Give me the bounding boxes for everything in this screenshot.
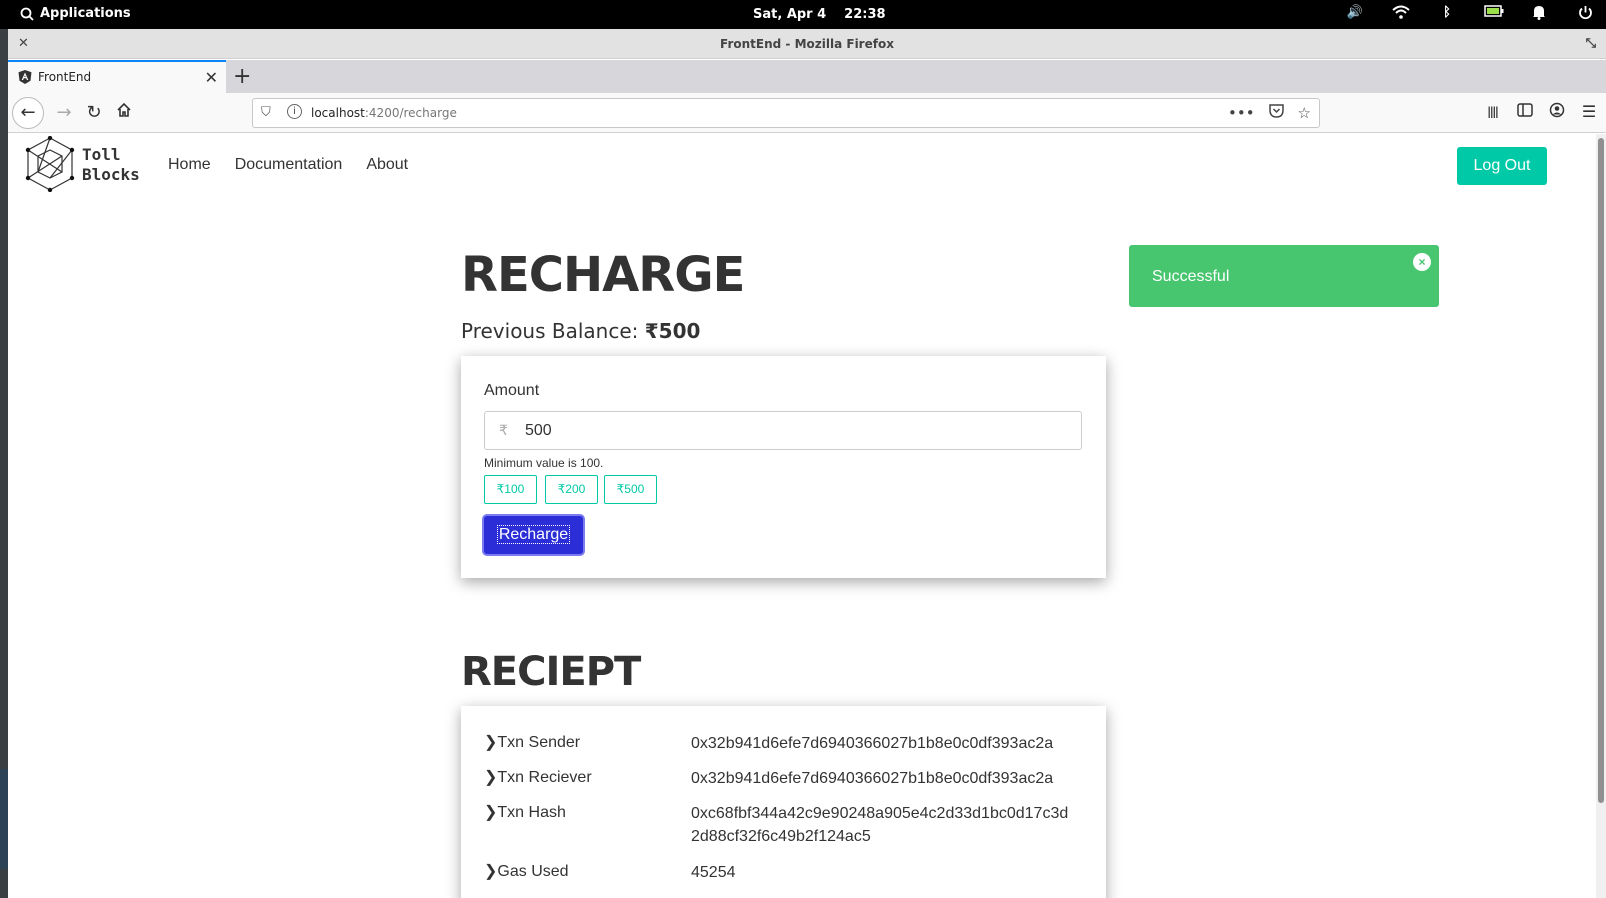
receipt-key: ❯Txn Reciever: [484, 767, 684, 787]
receipt-key: ❯Gas Used: [484, 861, 684, 881]
nav-about[interactable]: About: [366, 156, 408, 174]
quick-amount-100-button[interactable]: ₹100: [484, 475, 537, 504]
page-scrollbar[interactable]: [1596, 134, 1606, 898]
toast-message: Successful: [1152, 268, 1230, 285]
bluetooth-icon[interactable]: ᛒ: [1438, 5, 1456, 23]
recharge-button-label: Recharge: [496, 525, 571, 544]
browser-toolbar-right: 𝍬 ☰: [1484, 102, 1598, 129]
angular-favicon-icon: [18, 70, 32, 84]
tab-label: FrontEnd: [38, 70, 92, 84]
site-nav: Home Documentation About: [168, 156, 408, 174]
tracking-shield-icon[interactable]: ⛉: [261, 105, 271, 120]
quick-amount-500-button[interactable]: ₹500: [604, 475, 657, 504]
account-icon[interactable]: [1548, 102, 1566, 129]
chevron-right-icon: ❯: [484, 804, 498, 821]
tab-strip: FrontEnd ✕ +: [8, 60, 1606, 93]
web-page: Toll Blocks Home Documentation About Log…: [8, 134, 1606, 898]
notification-bell-icon[interactable]: [1530, 5, 1548, 23]
desktop-background: [0, 29, 8, 898]
url-bar[interactable]: ⛉ i localhost:4200/recharge ••• ☆: [252, 98, 1320, 128]
system-tray: 🔊 ᛒ: [1346, 5, 1594, 23]
amount-label: Amount: [484, 382, 540, 399]
scrollbar-thumb[interactable]: [1598, 138, 1604, 803]
back-arrow-icon[interactable]: ←: [12, 97, 44, 129]
receipt-key-text: Txn Reciever: [497, 769, 592, 786]
toll-blocks-logo-icon[interactable]: [22, 136, 78, 192]
bookmark-star-icon[interactable]: ☆: [1298, 104, 1311, 122]
search-icon: [20, 7, 34, 21]
tab-close-icon[interactable]: ✕: [205, 68, 218, 87]
pocket-icon[interactable]: [1268, 104, 1284, 122]
success-toast: Successful ×: [1129, 245, 1439, 307]
url-actions: ••• ☆: [1228, 104, 1311, 122]
amount-value: 500: [525, 422, 552, 439]
receipt-card: ❯Txn Sender 0x32b941d6efe7d6940366027b1b…: [461, 706, 1106, 898]
url-text: localhost:4200/recharge: [311, 106, 457, 120]
brand-name[interactable]: Toll Blocks: [82, 145, 140, 185]
os-top-bar: Applications Sat, Apr 4 22:38 🔊 ᛒ: [0, 0, 1606, 29]
brand-line-2: Blocks: [82, 165, 140, 184]
time-text: 22:38: [844, 7, 886, 22]
nav-documentation[interactable]: Documentation: [235, 156, 343, 174]
rupee-icon: ₹: [499, 422, 508, 438]
previous-balance-label: Previous Balance:: [461, 319, 639, 343]
browser-navbar: ← → ↻ ⛉ i localhost:4200/recharge ••• ☆ …: [8, 93, 1606, 133]
window-restore-icon[interactable]: ⤡: [1586, 36, 1596, 51]
receipt-key: ❯Txn Hash: [484, 802, 684, 822]
new-tab-plus-icon[interactable]: +: [233, 64, 251, 89]
nav-home[interactable]: Home: [168, 156, 211, 174]
receipt-value: 0x32b941d6efe7d6940366027b1b8e0c0df393ac…: [691, 735, 1054, 752]
receipt-value: 0xc68fbf344a42c9e90248a905e4c2d33d1bc0d1…: [691, 805, 1069, 845]
receipt-key: ❯Txn Sender: [484, 732, 684, 752]
previous-balance: Previous Balance: ₹500: [461, 319, 700, 343]
chevron-right-icon: ❯: [484, 863, 498, 880]
page-actions-ellipsis-icon[interactable]: •••: [1228, 104, 1255, 122]
volume-icon[interactable]: 🔊: [1346, 5, 1364, 23]
amount-input[interactable]: ₹ 500: [484, 411, 1082, 450]
wifi-icon[interactable]: [1392, 5, 1410, 23]
url-path: :4200/recharge: [364, 106, 457, 120]
recharge-button[interactable]: Recharge: [484, 516, 583, 554]
reload-icon[interactable]: ↻: [80, 99, 108, 127]
amount-hint: Minimum value is 100.: [484, 456, 604, 470]
battery-icon[interactable]: [1484, 5, 1504, 23]
receipt-key-text: Txn Hash: [497, 804, 566, 821]
tab-frontend[interactable]: FrontEnd ✕: [8, 60, 226, 93]
receipt-heading: RECIEPT: [461, 649, 641, 695]
url-host: localhost: [311, 106, 365, 120]
chevron-right-icon: ❯: [484, 769, 498, 786]
quick-amount-200-button[interactable]: ₹200: [545, 475, 598, 504]
logout-button[interactable]: Log Out: [1457, 147, 1547, 185]
previous-balance-value: ₹500: [644, 319, 701, 343]
clock[interactable]: Sat, Apr 4 22:38: [753, 7, 886, 22]
receipt-value: 45254: [691, 864, 736, 881]
date-text: Sat, Apr 4: [753, 7, 827, 22]
receipt-value: 0x32b941d6efe7d6940366027b1b8e0c0df393ac…: [691, 770, 1054, 787]
power-icon[interactable]: [1576, 5, 1594, 23]
toast-close-icon[interactable]: ×: [1413, 253, 1431, 271]
recharge-heading: RECHARGE: [461, 247, 745, 303]
receipt-key-text: Gas Used: [497, 863, 569, 880]
hamburger-menu-icon[interactable]: ☰: [1580, 102, 1598, 129]
site-info-icon[interactable]: i: [287, 104, 302, 119]
sidebar-icon[interactable]: [1516, 102, 1534, 129]
applications-menu[interactable]: Applications: [20, 6, 131, 21]
forward-arrow-icon[interactable]: →: [50, 99, 78, 127]
chevron-right-icon: ❯: [484, 734, 498, 751]
home-icon[interactable]: [110, 99, 138, 127]
recharge-card: Amount ₹ 500 Minimum value is 100. ₹100 …: [461, 356, 1106, 578]
brand-line-1: Toll: [82, 145, 121, 164]
wallpaper-fragment: [0, 769, 8, 869]
library-icon[interactable]: 𝍬: [1484, 102, 1502, 129]
window-titlebar[interactable]: ✕ FrontEnd - Mozilla Firefox ⤡: [8, 29, 1606, 59]
receipt-key-text: Txn Sender: [497, 734, 581, 751]
firefox-window: ✕ FrontEnd - Mozilla Firefox ⤡ FrontEnd …: [8, 29, 1606, 898]
window-title: FrontEnd - Mozilla Firefox: [720, 37, 894, 51]
applications-label: Applications: [40, 6, 131, 21]
